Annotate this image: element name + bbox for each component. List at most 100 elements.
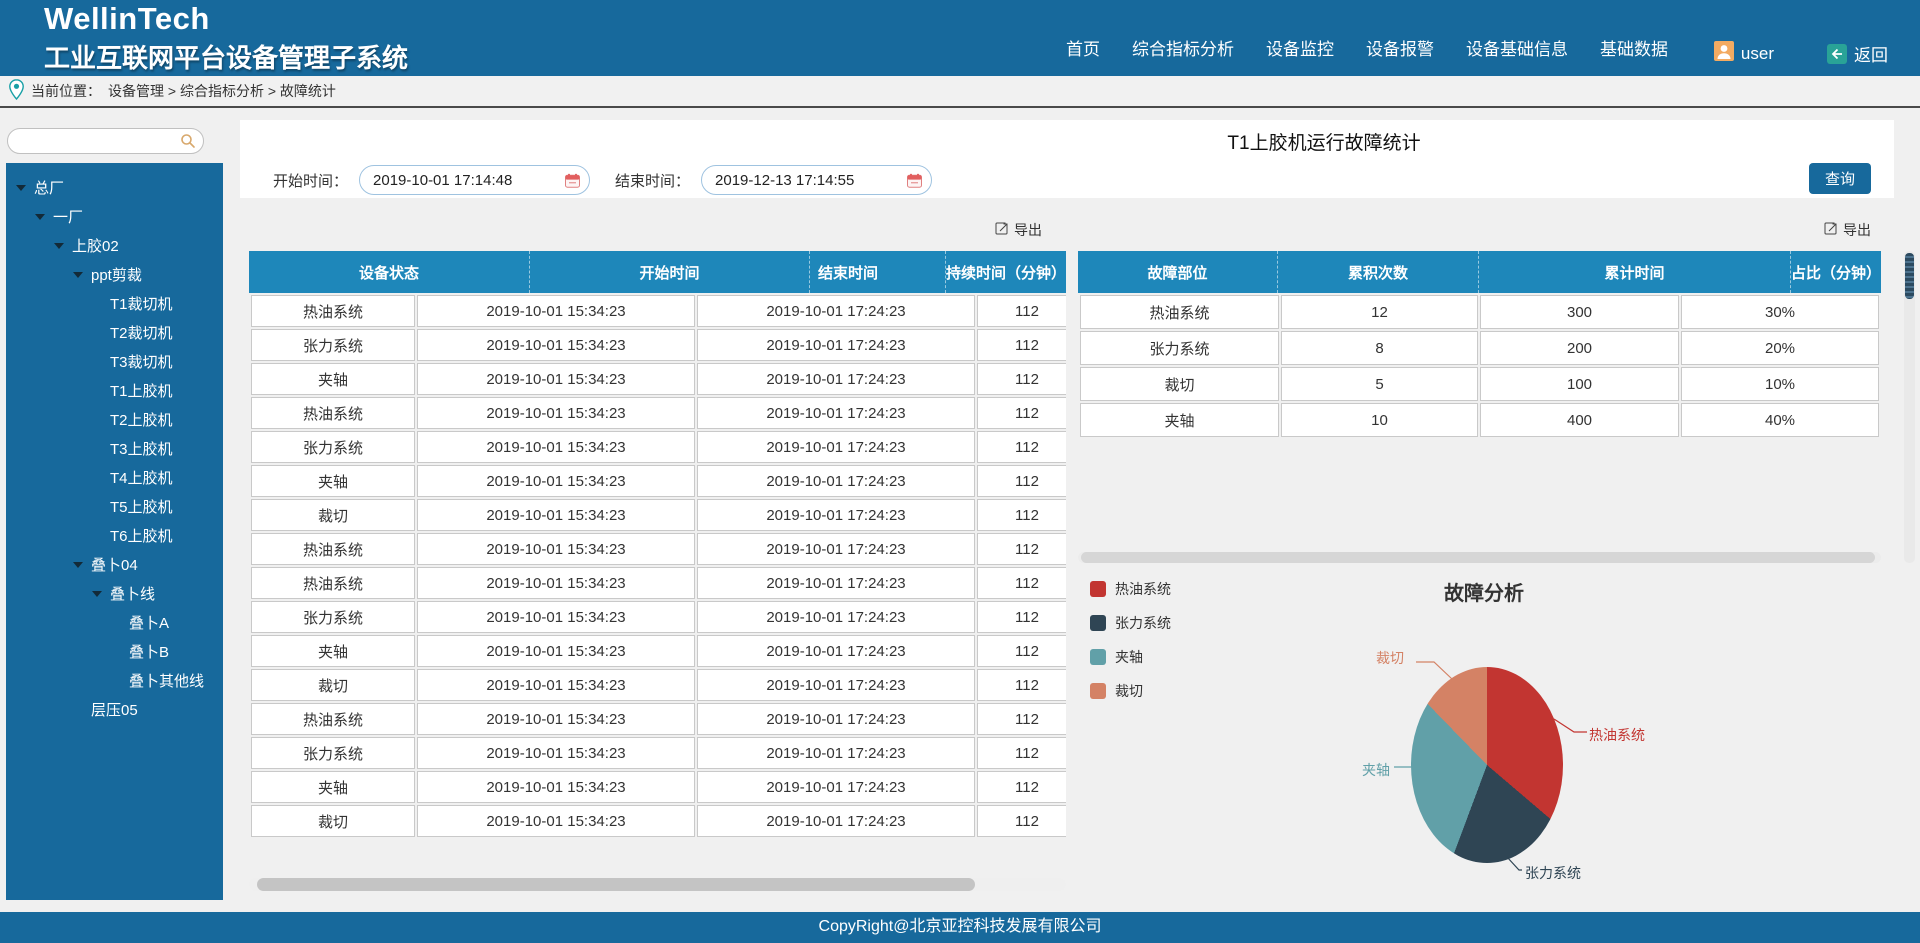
query-button[interactable]: 查询	[1809, 163, 1871, 194]
vscrollbar-thumb[interactable]	[1905, 253, 1914, 299]
cell-fault-part: 热油系统	[1080, 295, 1279, 329]
page-footer: CopyRight@北京亚控科技发展有限公司	[0, 912, 1920, 943]
end-time-field[interactable]	[701, 165, 932, 195]
table-row: 张力系统 2019-10-01 15:34:23 2019-10-01 17:2…	[251, 329, 1066, 361]
tree-node[interactable]: T6上胶机	[6, 521, 223, 550]
table-row: 热油系统 2019-10-01 15:34:23 2019-10-01 17:2…	[251, 533, 1066, 565]
export-fault-button[interactable]: 导出	[1824, 220, 1871, 240]
tree-node[interactable]: T1上胶机	[6, 376, 223, 405]
expand-arrow-icon[interactable]	[54, 243, 64, 249]
cell-percent: 30%	[1681, 295, 1879, 329]
tree-node[interactable]: T3裁切机	[6, 347, 223, 376]
hscrollbar-thumb[interactable]	[257, 878, 975, 891]
hscrollbar-thumb[interactable]	[1081, 552, 1875, 563]
nav-item[interactable]: 基础数据	[1600, 35, 1668, 60]
table-row: 张力系统 2019-10-01 15:34:23 2019-10-01 17:2…	[251, 431, 1066, 463]
calendar-icon[interactable]	[907, 173, 922, 193]
tree-node[interactable]: 层压05	[6, 695, 223, 724]
end-time-input[interactable]	[715, 172, 901, 189]
table-row: 张力系统 2019-10-01 15:34:23 2019-10-01 17:2…	[251, 601, 1066, 633]
start-time-input[interactable]	[373, 172, 559, 189]
cell-total-time: 400	[1480, 403, 1679, 437]
tree-node[interactable]: 上胶02	[6, 231, 223, 260]
tree-node[interactable]: 叠卜其他线	[6, 666, 223, 695]
tree-node[interactable]: T1裁切机	[6, 289, 223, 318]
table-row: 热油系统 2019-10-01 15:34:23 2019-10-01 17:2…	[251, 703, 1066, 735]
tree-node-label: T2上胶机	[110, 409, 173, 430]
status-table-hscrollbar[interactable]	[249, 878, 1066, 891]
tree-node[interactable]: T4上胶机	[6, 463, 223, 492]
page-vscrollbar[interactable]	[1904, 251, 1915, 563]
sidebar: 总厂 一厂 上胶02 ppt剪裁 T1裁切机	[0, 108, 223, 912]
cell-duration: 112	[977, 635, 1066, 667]
calendar-icon[interactable]	[565, 173, 580, 193]
user-menu[interactable]: user	[1714, 41, 1774, 66]
breadcrumb: 当前位置： 设备管理 > 综合指标分析 > 故障统计	[0, 76, 1920, 108]
cell-device-state: 张力系统	[251, 431, 415, 463]
cell-duration: 112	[977, 397, 1066, 429]
tree-node[interactable]: T2上胶机	[6, 405, 223, 434]
cell-device-state: 裁切	[251, 805, 415, 837]
tree-node-label: T1裁切机	[110, 293, 173, 314]
nav-item[interactable]: 综合指标分析	[1132, 35, 1234, 60]
cell-end-time: 2019-10-01 17:24:23	[697, 397, 975, 429]
logo: WellinTech	[44, 1, 408, 37]
legend-item[interactable]: 裁切	[1090, 681, 1171, 701]
tree-node-label: T3上胶机	[110, 438, 173, 459]
expand-arrow-icon[interactable]	[35, 214, 45, 220]
cell-duration: 112	[977, 669, 1066, 701]
expand-arrow-icon[interactable]	[92, 591, 102, 597]
nav-item[interactable]: 设备报警	[1366, 35, 1434, 60]
nav-item[interactable]: 首页	[1066, 35, 1100, 60]
cell-end-time: 2019-10-01 17:24:23	[697, 771, 975, 803]
cell-end-time: 2019-10-01 17:24:23	[697, 669, 975, 701]
expand-arrow-icon[interactable]	[16, 185, 26, 191]
export-label: 导出	[1843, 220, 1871, 240]
table-row: 夹轴 10 400 40%	[1080, 403, 1879, 437]
tree-node[interactable]: 叠卜线	[6, 579, 223, 608]
cell-fault-part: 张力系统	[1080, 331, 1279, 365]
filter-row: 开始时间： 结束时间：	[273, 165, 946, 195]
table-row: 夹轴 2019-10-01 15:34:23 2019-10-01 17:24:…	[251, 771, 1066, 803]
tree-node[interactable]: 叠卜A	[6, 608, 223, 637]
tree-node[interactable]: 总厂	[6, 173, 223, 202]
cell-start-time: 2019-10-01 15:34:23	[417, 397, 695, 429]
cell-end-time: 2019-10-01 17:24:23	[697, 567, 975, 599]
nav-item[interactable]: 设备基础信息	[1466, 35, 1568, 60]
cell-device-state: 裁切	[251, 669, 415, 701]
legend-item[interactable]: 张力系统	[1090, 613, 1171, 633]
export-status-button[interactable]: 导出	[995, 220, 1042, 240]
chart-title: 故障分析	[1384, 577, 1584, 606]
legend-item[interactable]: 夹轴	[1090, 647, 1171, 667]
expand-arrow-icon[interactable]	[73, 272, 83, 278]
fault-table-hscrollbar[interactable]	[1078, 552, 1881, 563]
tree-node[interactable]: T2裁切机	[6, 318, 223, 347]
tree-node[interactable]: T3上胶机	[6, 434, 223, 463]
tree-node[interactable]: 一厂	[6, 202, 223, 231]
legend-item[interactable]: 热油系统	[1090, 579, 1171, 599]
cell-end-time: 2019-10-01 17:24:23	[697, 431, 975, 463]
tree-node-label: T4上胶机	[110, 467, 173, 488]
tree-node[interactable]: ppt剪裁	[6, 260, 223, 289]
pie-chart[interactable]	[1411, 667, 1563, 863]
tree-node[interactable]: 叠卜04	[6, 550, 223, 579]
start-time-field[interactable]	[359, 165, 590, 195]
tree-node[interactable]: T5上胶机	[6, 492, 223, 521]
back-button[interactable]: 返回	[1827, 41, 1888, 66]
cell-end-time: 2019-10-01 17:24:23	[697, 737, 975, 769]
tree-node-label: T1上胶机	[110, 380, 173, 401]
column-header: 累计时间	[1478, 251, 1790, 293]
legend-label: 裁切	[1115, 681, 1143, 701]
column-header: 结束时间	[809, 251, 945, 293]
cell-device-state: 裁切	[251, 499, 415, 531]
expand-arrow-icon[interactable]	[73, 562, 83, 568]
tree-node-label: T6上胶机	[110, 525, 173, 546]
search-icon[interactable]	[180, 133, 196, 154]
legend-label: 热油系统	[1115, 579, 1171, 599]
nav-item[interactable]: 设备监控	[1266, 35, 1334, 60]
app-header: WellinTech 工业互联网平台设备管理子系统 首页综合指标分析设备监控设备…	[0, 0, 1920, 76]
legend-label: 夹轴	[1115, 647, 1143, 667]
sidebar-search-input[interactable]	[7, 128, 204, 154]
tree-node[interactable]: 叠卜B	[6, 637, 223, 666]
location-pin-icon	[9, 79, 24, 103]
